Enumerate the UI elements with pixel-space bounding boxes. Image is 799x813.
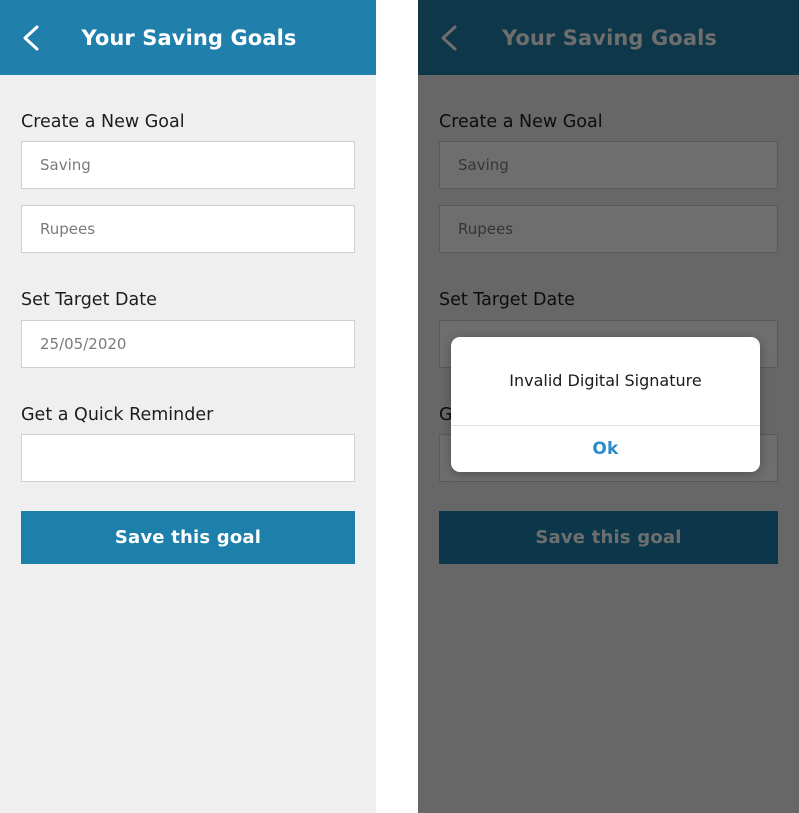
goal-amount-placeholder: Rupees: [40, 220, 95, 238]
save-goal-button-label: Save this goal: [115, 527, 261, 548]
chevron-left-icon: [20, 23, 42, 53]
screen-normal: Your Saving Goals Create a New Goal Savi…: [0, 0, 376, 813]
reminder-input[interactable]: [21, 434, 355, 482]
alert-dialog-ok-button[interactable]: Ok: [451, 426, 760, 472]
goal-name-placeholder: Saving: [40, 156, 91, 174]
back-button[interactable]: [14, 21, 48, 55]
target-date-label: Set Target Date: [21, 291, 355, 310]
page-title: Your Saving Goals: [0, 26, 376, 50]
screens-container: Your Saving Goals Create a New Goal Savi…: [0, 0, 799, 813]
alert-dialog-body: Invalid Digital Signature: [451, 337, 760, 425]
form-content: Create a New Goal Saving Rupees Set Targ…: [0, 113, 376, 564]
alert-dialog-ok-label: Ok: [592, 439, 618, 459]
app-bar: Your Saving Goals: [0, 0, 376, 75]
goal-amount-input[interactable]: Rupees: [21, 205, 355, 253]
create-goal-label: Create a New Goal: [21, 113, 355, 132]
goal-name-input[interactable]: Saving: [21, 141, 355, 189]
save-goal-button[interactable]: Save this goal: [21, 511, 355, 564]
screen-with-dialog: Your Saving Goals Create a New Goal Savi…: [418, 0, 799, 813]
alert-dialog: Invalid Digital Signature Ok: [451, 337, 760, 472]
target-date-input[interactable]: 25/05/2020: [21, 320, 355, 368]
alert-dialog-message: Invalid Digital Signature: [509, 371, 701, 391]
reminder-label: Get a Quick Reminder: [21, 406, 355, 425]
target-date-value: 25/05/2020: [40, 335, 126, 353]
